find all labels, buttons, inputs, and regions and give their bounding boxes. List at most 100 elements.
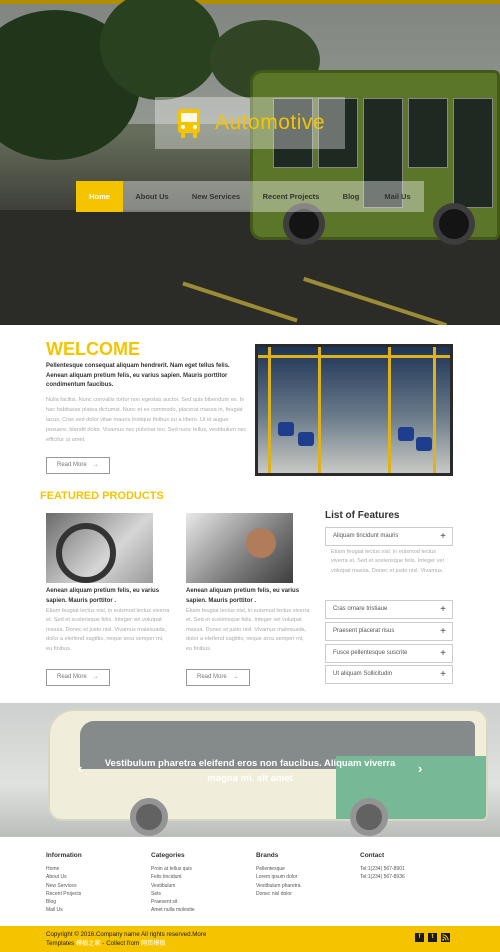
footer-link[interactable]: Mail Us [46,906,146,914]
handrail [433,347,436,473]
copyright-bar: Copyright © 2016.Company name All rights… [0,926,500,952]
rss-icon[interactable] [441,933,450,942]
accordion-body: Etiam feugiat lectus nisl, in euismod le… [331,549,444,574]
button-label: Read More [197,674,227,680]
bus-seat [278,422,294,436]
bus-icon [178,109,200,138]
footer-link[interactable]: Praesent sit [151,898,251,906]
plus-icon: + [440,626,446,637]
accordion-item[interactable]: Cras ornare tristiaue + [325,600,453,619]
footer-phone: Tel:1(234) 567-8901 [360,866,405,872]
product-body: Etiam feugiat lectus nisl, in euismod le… [186,608,310,652]
arrow-right-icon: → [92,674,99,680]
footer-link[interactable]: Vestibulum pharetra [256,882,356,890]
footer-phone: Tel:1(234) 567-8936 [360,874,405,881]
product-read-more-button[interactable]: Read More → [186,669,250,686]
chevron-right-icon[interactable]: › [418,761,422,776]
hero-section: Automotive Home About Us New Services Re… [0,0,500,325]
welcome-body: Nulla facilisi. Nunc convallis tortor no… [46,397,247,443]
accordion-label: Aliquam tincidunt mauris [333,533,399,539]
image-shape [246,528,276,558]
accordion-label: Praesent placerat risus [333,628,395,634]
handrail [258,355,450,358]
collect-link[interactable]: 网页模板 [141,940,166,947]
accordion-label: Ut aliquam Sollicitudin [333,671,393,677]
handrail [318,347,321,473]
button-label: Read More [57,462,87,468]
accordion-item[interactable]: Fusce pellentesque suscrite + [325,644,453,663]
accordion-item[interactable]: Aliquam tincidunt mauris + [325,527,453,546]
facebook-icon[interactable]: f [415,933,424,942]
footer-column-categories: Categories Proin at tellus quis Felis ti… [151,852,251,915]
copyright-text-part: Templates [46,939,75,947]
copyright-text: Copyright © 2016.Company name All rights… [46,931,266,948]
footer-link[interactable]: Pellentesque [256,865,356,873]
welcome-lead: Pellentesque consequat aliquam hendrerit… [46,363,230,389]
nav-item-mail-us[interactable]: Mail Us [371,181,424,212]
accordion-item[interactable]: Praesent placerat risus + [325,622,453,641]
footer-link[interactable]: Donec nisl dolor [256,890,356,898]
logo-text: Automotive [215,111,326,134]
featured-products-title: FEATURED PRODUCTS [40,490,164,502]
footer-link[interactable]: Recent Projects [46,890,146,898]
product-title: Aenean aliquam pretium felis, eu varius … [46,588,160,604]
nav-item-new-services[interactable]: New Services [181,181,251,212]
welcome-title: WELCOME [46,339,140,359]
slider-banner: Vestibulum pharetra eleifend eros non fa… [0,703,500,837]
hero-overlay [0,0,500,325]
site-logo[interactable]: Automotive [155,97,345,149]
bus-seat [398,427,414,441]
footer-link[interactable]: Home [46,865,146,873]
footer: Information Home About Us New Services R… [0,837,500,926]
handrail [388,347,391,473]
plus-icon: + [440,604,446,615]
footer-heading: Contact [360,852,385,859]
nav-item-recent-projects[interactable]: Recent Projects [251,181,331,212]
nav-item-home[interactable]: Home [76,181,123,212]
rss-glyph [442,934,449,941]
slider-caption: Vestibulum pharetra eleifend eros non fa… [104,758,396,784]
main-nav: Home About Us New Services Recent Projec… [76,181,424,212]
twitter-icon[interactable]: t [428,933,437,942]
welcome-read-more-button[interactable]: Read More → [46,457,110,474]
product-image [46,513,153,583]
footer-link[interactable]: Blog [46,898,146,906]
bus-seat [298,432,314,446]
footer-link[interactable]: Amet nulla molestie [151,906,251,914]
accordion-label: Cras ornare tristiaue [333,606,388,612]
footer-link[interactable]: New Services [46,882,146,890]
footer-link[interactable]: About Us [46,873,146,881]
copyright-line: Copyright © 2016.Company name All rights… [46,931,207,938]
plus-icon: + [440,669,446,680]
footer-link[interactable]: Felis tincidunt [151,873,251,881]
accordion-item[interactable]: Ut aliquam Sollicitudin + [325,665,453,684]
footer-link[interactable]: Lorem ipsum dolor [256,873,356,881]
product-image [186,513,293,583]
button-label: Read More [57,674,87,680]
nav-item-blog[interactable]: Blog [331,181,371,212]
chevron-left-icon[interactable]: ‹ [78,761,82,776]
copyright-text-part: - Collect from [102,939,140,947]
nav-item-about-us[interactable]: About Us [123,181,181,212]
arrow-right-icon: → [92,462,99,468]
plus-icon: + [440,648,446,659]
accordion-label: Fusce pellentesque suscrite [333,650,408,656]
template-link[interactable]: 模板之家 [76,940,101,947]
footer-heading: Categories [151,852,185,859]
product-body: Etiam feugiat lectus nisl, in euismod le… [46,608,170,652]
product-read-more-button[interactable]: Read More → [46,669,110,686]
footer-column-information: Information Home About Us New Services R… [46,852,146,915]
image-shape [56,523,116,583]
arrow-right-icon: → [232,674,239,680]
footer-column-contact: Contact Tel:1(234) 567-8901 Tel:1(234) 5… [360,852,460,882]
bus-seat [416,437,432,451]
features-list-title: List of Features [325,510,400,521]
footer-link[interactable]: Vestibulum [151,882,251,890]
product-title: Aenean aliquam pretium felis, eu varius … [186,588,300,604]
footer-link[interactable]: Proin at tellus quis [151,865,251,873]
footer-heading: Brands [256,852,279,859]
handrail [268,347,271,473]
footer-column-brands: Brands Pellentesque Lorem ipsum dolor Ve… [256,852,356,898]
footer-link[interactable]: Sets [151,890,251,898]
plus-icon: + [440,531,446,542]
